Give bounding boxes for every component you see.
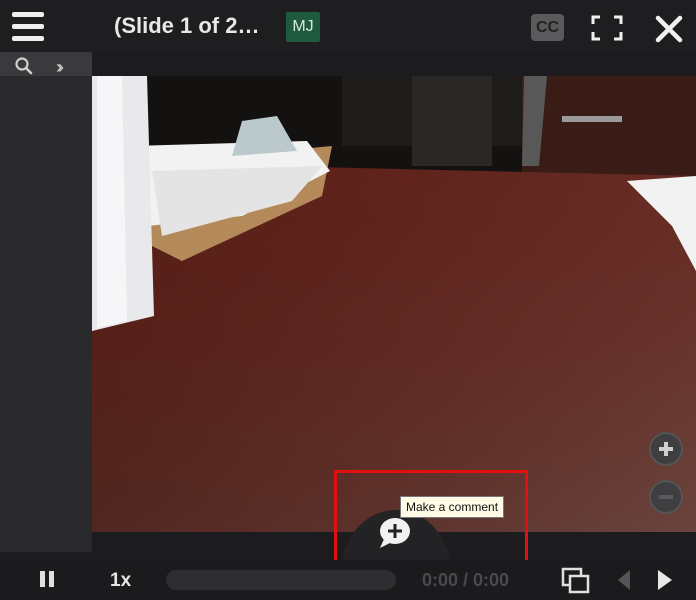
prev-button[interactable] (614, 568, 634, 592)
hamburger-menu-icon-line (12, 24, 44, 29)
hamburger-menu-icon (12, 12, 44, 17)
time-display: 0:00 / 0:00 (422, 570, 510, 590)
captions-button[interactable]: CC (531, 14, 564, 41)
comment-tooltip: Make a comment (400, 496, 505, 518)
plus-icon (659, 442, 673, 456)
double-chevron-right-icon: ›› (56, 57, 64, 77)
pause-button[interactable] (40, 571, 54, 587)
progress-bar[interactable] (166, 570, 396, 590)
prev-icon (618, 570, 630, 590)
close-icon (655, 15, 683, 43)
search-icon (15, 57, 33, 75)
next-button[interactable] (654, 568, 676, 592)
pause-icon (40, 571, 45, 587)
menu-button[interactable] (12, 12, 44, 42)
fullscreen-icon (591, 15, 623, 41)
zoom-out-button[interactable] (649, 480, 683, 514)
slide-title: (Slide 1 of 2… (114, 13, 260, 38)
avatar[interactable]: MJ (286, 12, 320, 42)
slide-photo (92, 76, 696, 532)
playback-speed[interactable]: 1x (110, 570, 131, 592)
minus-icon (659, 495, 673, 499)
slide-sidebar (0, 52, 92, 552)
slides-button[interactable] (561, 567, 591, 595)
slide-image (92, 76, 696, 532)
hamburger-menu-icon-line (12, 36, 44, 41)
search-button[interactable] (14, 56, 34, 76)
zoom-in-button[interactable] (649, 432, 683, 466)
slides-icon (561, 567, 590, 594)
fullscreen-button[interactable] (590, 14, 624, 42)
close-button[interactable] (652, 12, 686, 46)
next-icon (658, 570, 672, 590)
expand-sidebar-button[interactable]: ›› (56, 57, 64, 77)
pause-icon-bar (49, 571, 54, 587)
